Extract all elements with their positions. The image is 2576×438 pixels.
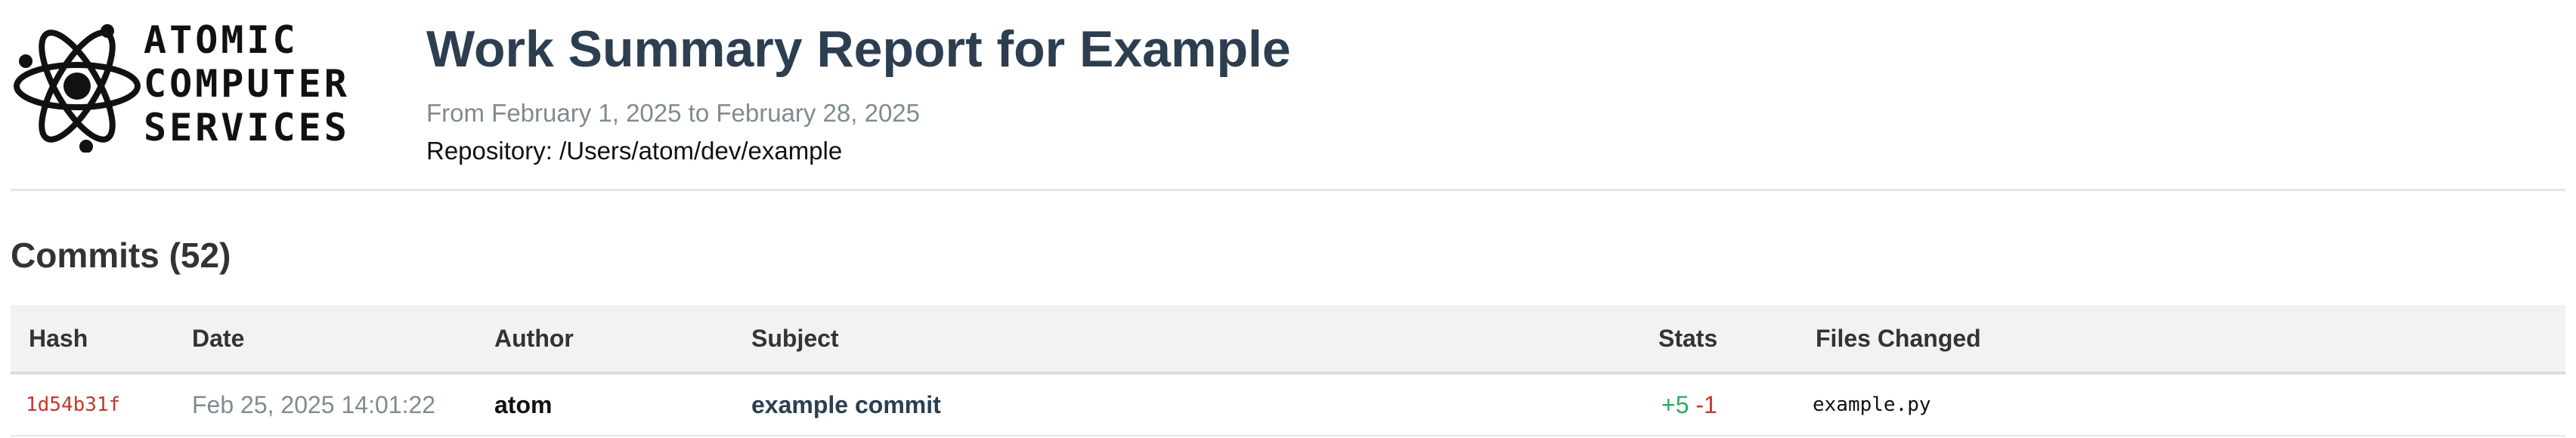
- header-divider: [11, 189, 2565, 191]
- table-row: 1d54b31f Feb 25, 2025 14:01:22 atom exam…: [11, 375, 2565, 436]
- company-logo: ATOMIC COMPUTER SERVICES: [11, 15, 404, 159]
- commits-table: Hash Date Author Subject Stats Files Cha…: [11, 305, 2565, 436]
- logo-wordmark: ATOMIC COMPUTER SERVICES: [144, 18, 401, 150]
- commit-date: Feb 25, 2025 14:01:22: [192, 391, 436, 418]
- title-block: Work Summary Report for Example From Feb…: [426, 15, 1938, 166]
- commit-stats: +5 -1: [1661, 375, 1717, 435]
- deletions-count: -1: [1695, 391, 1717, 418]
- page-title: Work Summary Report for Example: [426, 20, 1291, 78]
- column-header-author: Author: [494, 325, 574, 352]
- commit-files: example.py: [1813, 393, 1931, 416]
- commit-subject: example commit: [751, 391, 941, 418]
- logo-line-2: COMPUTER: [144, 62, 350, 106]
- column-header-hash: Hash: [29, 325, 88, 352]
- column-header-date: Date: [192, 325, 245, 352]
- column-header-files-changed: Files Changed: [1816, 325, 1981, 352]
- commit-author: atom: [494, 391, 553, 418]
- date-range: From February 1, 2025 to February 28, 20…: [426, 99, 921, 127]
- commit-hash: 1d54b31f: [26, 393, 121, 416]
- atom-icon: [14, 24, 141, 153]
- report-page: ATOMIC COMPUTER SERVICES Work Summary Re…: [0, 0, 2576, 438]
- column-header-stats: Stats: [1658, 325, 1718, 352]
- repository-path: Repository: /Users/atom/dev/example: [426, 137, 843, 165]
- report-header: ATOMIC COMPUTER SERVICES Work Summary Re…: [11, 15, 2565, 189]
- column-header-subject: Subject: [751, 325, 839, 352]
- logo-line-1: ATOMIC: [144, 18, 299, 62]
- additions-count: +5: [1661, 391, 1689, 418]
- logo-line-3: SERVICES: [144, 106, 350, 150]
- commits-heading: Commits (52): [11, 236, 231, 275]
- table-header-row: Hash Date Author Subject Stats Files Cha…: [11, 305, 2565, 375]
